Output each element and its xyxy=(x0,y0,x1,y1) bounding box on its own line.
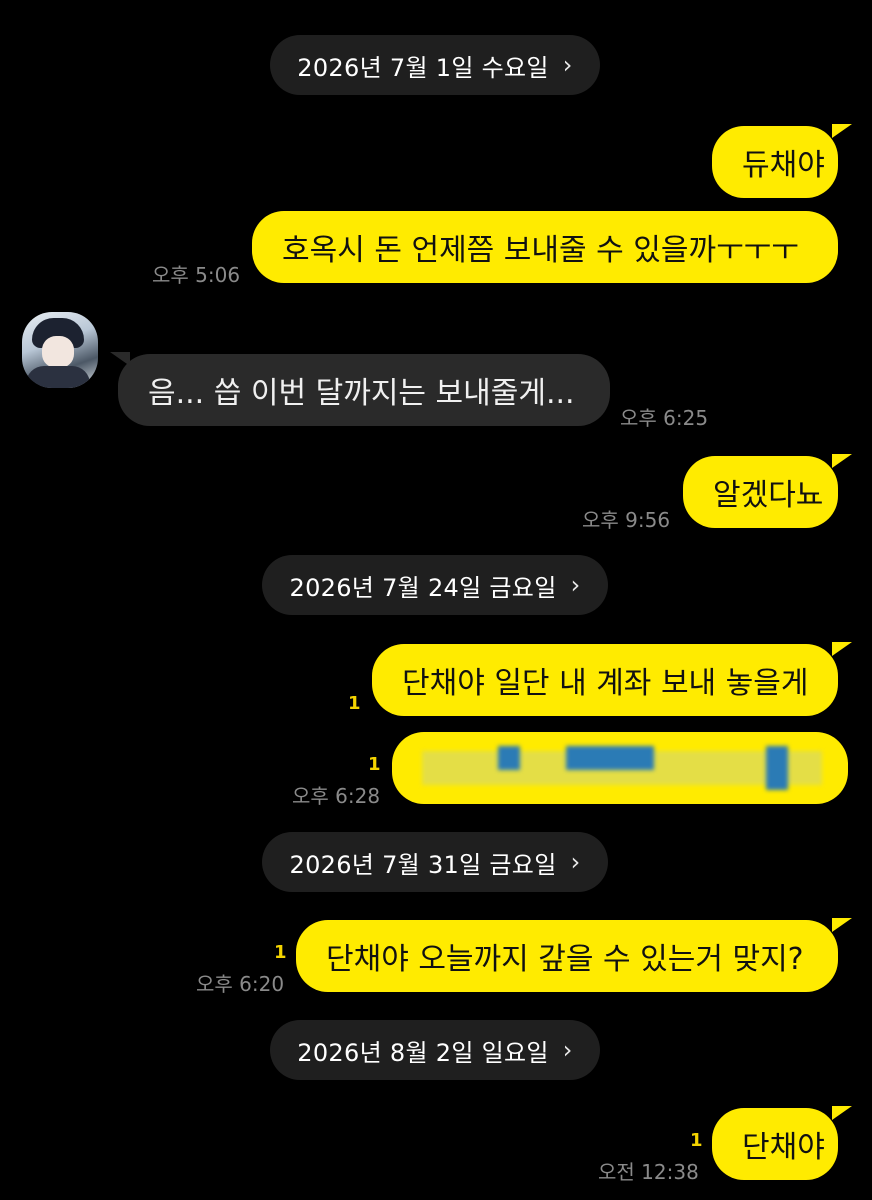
date-divider-aug-2[interactable]: 2026년 8월 2일 일요일 › xyxy=(270,1020,600,1080)
my-message-bubble[interactable]: 단채야 일단 내 계좌 보내 놓을게 xyxy=(372,644,838,716)
message-time: 오후 6:20 xyxy=(196,972,285,996)
my-message-bubble-account[interactable] xyxy=(392,732,848,804)
unread-count: 1 xyxy=(274,942,287,963)
bubble-tail xyxy=(832,918,852,932)
message-time: 오후 6:28 xyxy=(292,784,381,808)
message-text: 알겠다뇨 xyxy=(713,478,824,513)
message-time: 오전 12:38 xyxy=(598,1160,699,1184)
bubble-tail xyxy=(832,642,852,656)
chevron-right-icon: › xyxy=(562,1036,573,1064)
date-divider-jul-31[interactable]: 2026년 7월 31일 금요일 › xyxy=(262,832,608,892)
date-label: 2026년 7월 1일 수요일 xyxy=(297,53,549,82)
contact-message-bubble[interactable]: 음... 씁 이번 달까지는 보내줄게... xyxy=(118,354,610,426)
blurred-redaction xyxy=(766,746,788,790)
bubble-tail xyxy=(832,124,852,138)
message-time: 오후 6:25 xyxy=(620,406,709,430)
contact-avatar[interactable] xyxy=(22,312,98,388)
date-divider-jul-24[interactable]: 2026년 7월 24일 금요일 › xyxy=(262,555,608,615)
my-message-bubble[interactable]: 호옥시 돈 언제쯤 보내줄 수 있을까ㅜㅜㅜ xyxy=(252,211,838,283)
my-message-bubble[interactable]: 단채야 xyxy=(712,1108,838,1180)
message-time: 오후 5:06 xyxy=(152,263,241,287)
my-message-bubble[interactable]: 알겠다뇨 xyxy=(683,456,838,528)
date-divider-jul-1[interactable]: 2026년 7월 1일 수요일 › xyxy=(270,35,600,95)
message-text: 단채야 오늘까지 갚을 수 있는거 맞지? xyxy=(326,942,804,977)
chevron-right-icon: › xyxy=(562,51,573,79)
my-message-bubble[interactable]: 듀채야 xyxy=(712,126,838,198)
my-message-bubble[interactable]: 단채야 오늘까지 갚을 수 있는거 맞지? xyxy=(296,920,838,992)
unread-count: 1 xyxy=(368,754,381,775)
message-text: 단채야 일단 내 계좌 보내 놓을게 xyxy=(402,666,809,701)
message-text: 호옥시 돈 언제쯤 보내줄 수 있을까ㅜㅜㅜ xyxy=(282,233,799,268)
message-text: 듀채야 xyxy=(742,148,825,183)
message-text: 단채야 xyxy=(742,1130,825,1165)
blurred-redaction xyxy=(498,746,520,770)
bubble-tail xyxy=(832,454,852,468)
date-label: 2026년 7월 24일 금요일 xyxy=(289,573,557,602)
chevron-right-icon: › xyxy=(570,848,581,876)
bubble-tail xyxy=(832,1106,852,1120)
date-label: 2026년 7월 31일 금요일 xyxy=(289,850,557,879)
message-text: 음... 씁 이번 달까지는 보내줄게... xyxy=(148,376,575,411)
blurred-redaction xyxy=(566,746,654,770)
chevron-right-icon: › xyxy=(570,571,581,599)
date-label: 2026년 8월 2일 일요일 xyxy=(297,1038,549,1067)
message-time: 오후 9:56 xyxy=(582,508,671,532)
unread-count: 1 xyxy=(348,693,361,714)
unread-count: 1 xyxy=(690,1130,703,1151)
